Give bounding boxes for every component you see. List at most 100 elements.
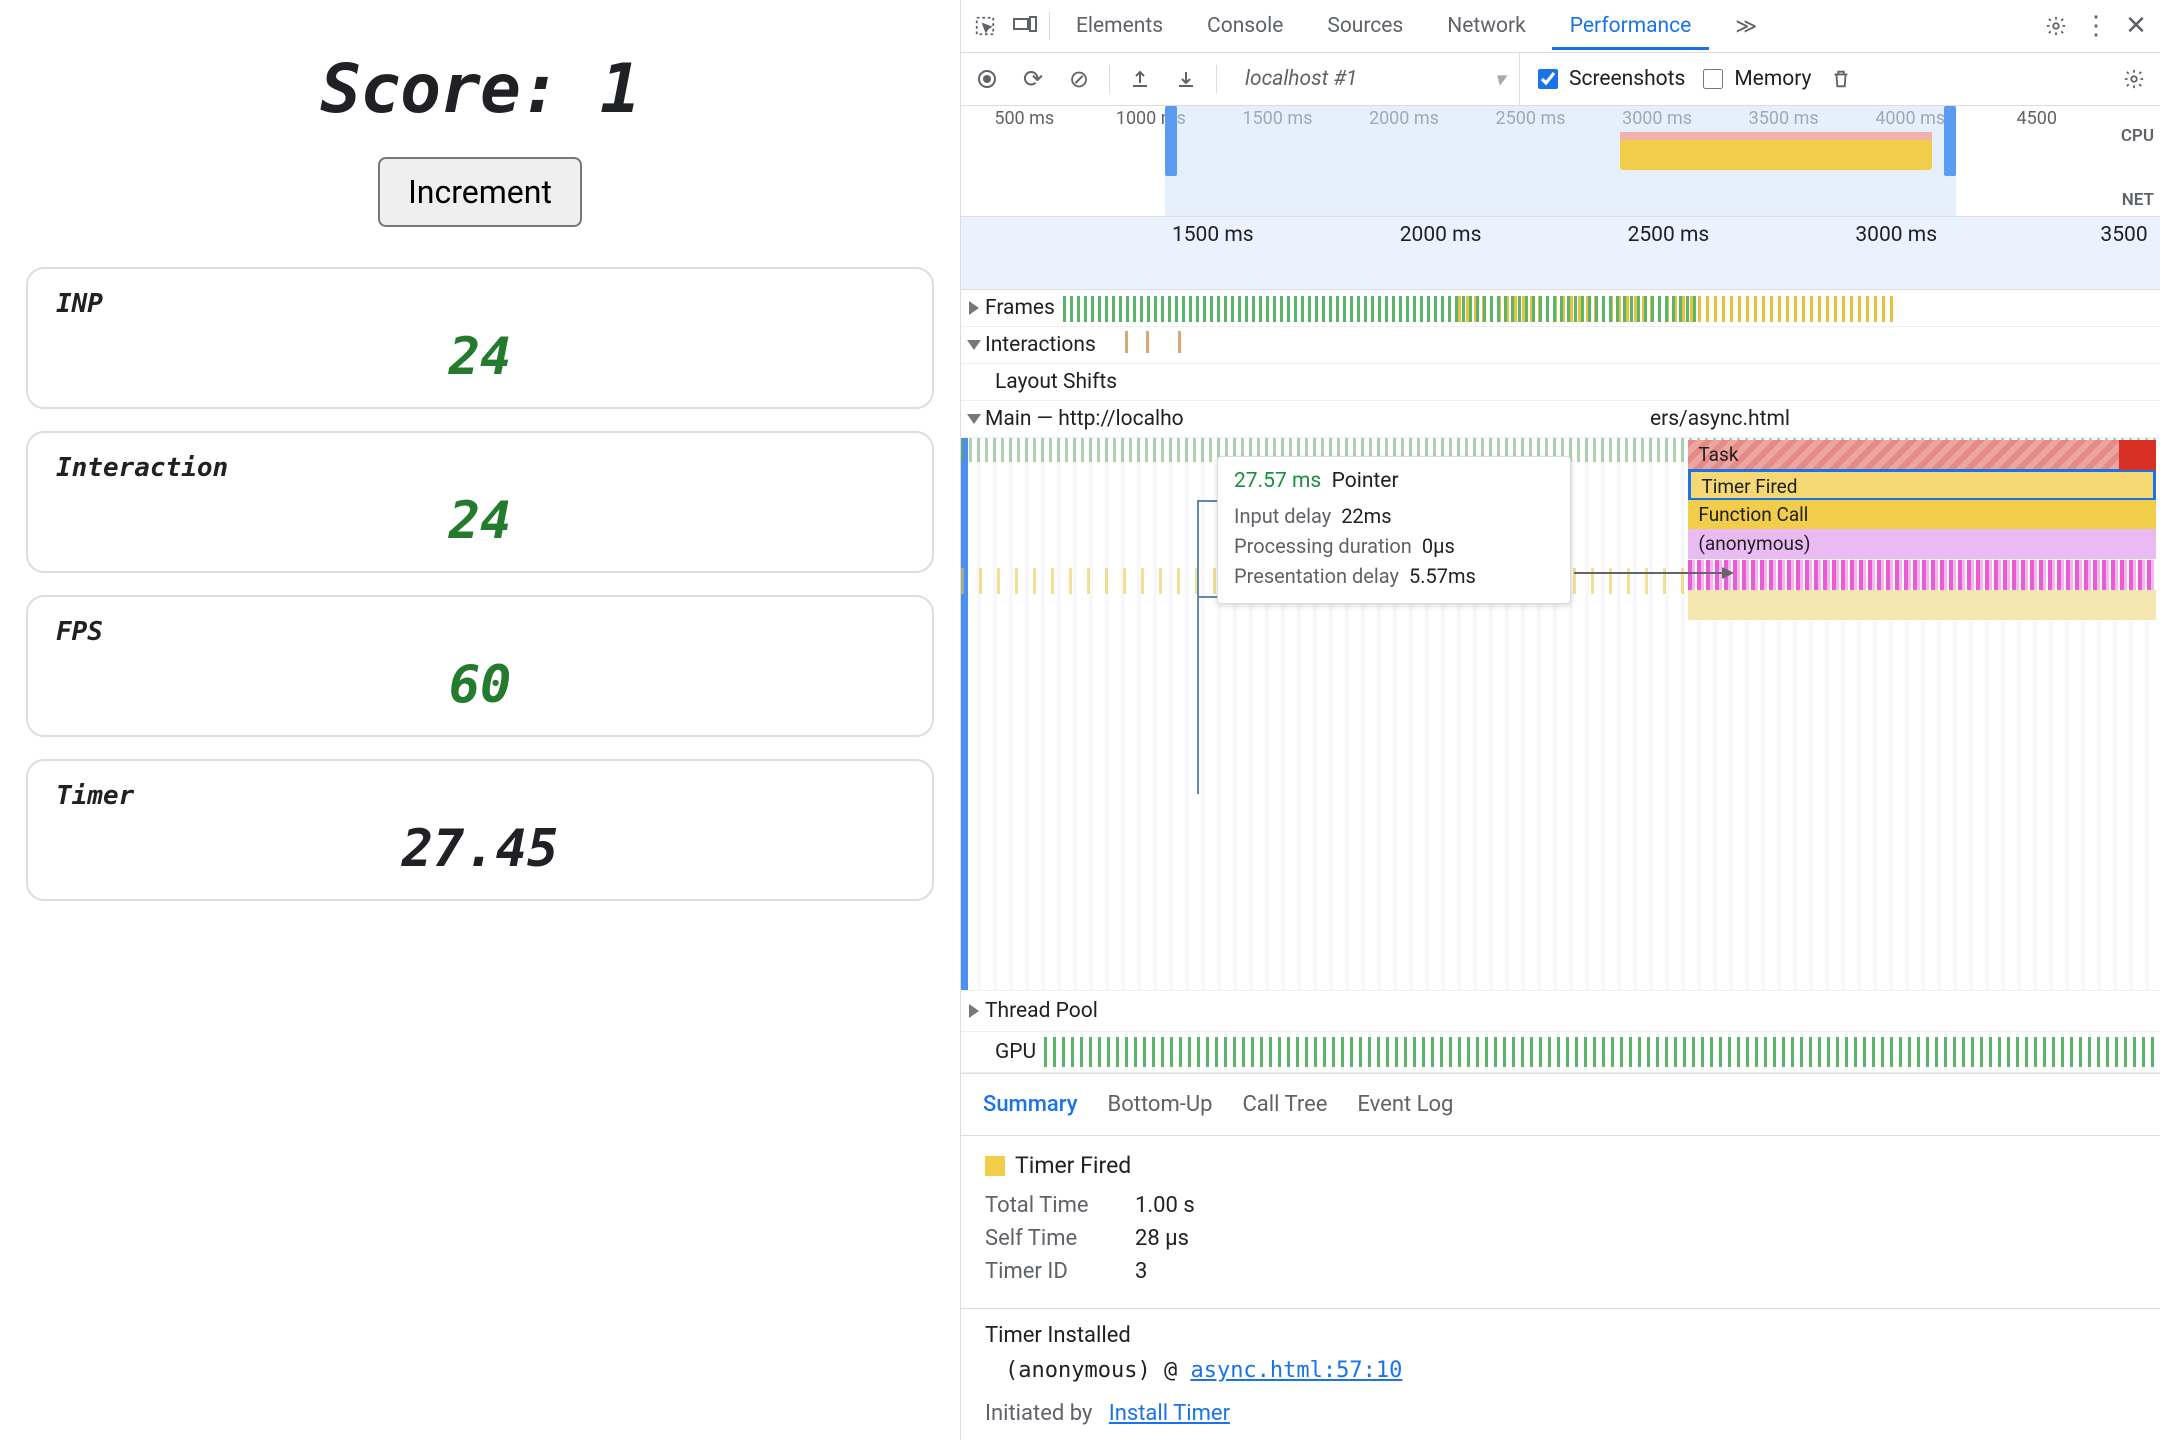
overview-handle-right[interactable] [1944,106,1956,176]
tab-more[interactable]: ≫ [1717,2,1775,51]
gc-icon[interactable] [1825,63,1857,95]
tab-console[interactable]: Console [1189,2,1301,50]
card-interaction-label: Interaction [56,453,904,483]
tab-call-tree[interactable]: Call Tree [1242,1092,1327,1117]
overview-handle-left[interactable] [1165,106,1177,176]
reload-icon[interactable]: ⟳ [1017,63,1049,95]
stack-anonymous[interactable]: (anonymous) [1688,529,2156,559]
card-timer-label: Timer [56,781,904,811]
ruler-tick: 1500 ms [1172,223,1254,247]
score-heading: Score: 1 [26,50,934,129]
tab-sources[interactable]: Sources [1309,2,1421,50]
download-icon[interactable] [1170,63,1202,95]
context-select[interactable]: localhost #1 ▾ [1231,53,1520,105]
track-gpu[interactable]: GPU [961,1032,2160,1073]
overview-net-label: NET [2122,190,2154,210]
increment-button[interactable]: Increment [378,157,582,227]
stack-task[interactable]: Task [1688,440,2156,470]
collapse-icon[interactable] [967,414,981,424]
close-icon[interactable]: ✕ [2120,10,2152,42]
track-label: GPU [995,1040,1036,1064]
sum-v: 28 µs [1135,1226,1189,1251]
summary-pane: Timer Fired Total Time1.00 s Self Time28… [961,1136,2160,1308]
summary-title: Timer Fired [1015,1152,1131,1179]
chevron-down-icon: ▾ [1494,67,1505,92]
perf-toolbar: ⟳ ⊘ localhost #1 ▾ Screenshots Memory [961,53,2160,106]
sum-k: Total Time [985,1193,1115,1218]
stack-function-call[interactable]: Function Call [1688,500,2156,530]
tt-v: 22ms [1341,501,1391,531]
summary-color-chip [985,1156,1005,1176]
tab-network[interactable]: Network [1429,2,1544,50]
context-label: localhost #1 [1245,67,1357,91]
tick: 500 ms [961,108,1088,129]
separator [1049,12,1050,40]
installed-fn: (anonymous) [1005,1358,1151,1383]
tab-performance[interactable]: Performance [1552,2,1709,50]
sum-k: Timer ID [985,1259,1115,1284]
track-frames[interactable]: Frames [961,290,2160,327]
clear-icon[interactable]: ⊘ [1063,63,1095,95]
expand-icon[interactable] [969,301,979,315]
tab-summary[interactable]: Summary [983,1092,1078,1117]
separator [1216,65,1217,93]
installed-at: @ [1164,1358,1177,1383]
interaction-hover-line [1197,594,1199,794]
upload-icon[interactable] [1124,63,1156,95]
timeline-ruler[interactable]: 1500 ms 2000 ms 2500 ms 3000 ms 3500 [961,217,2160,290]
stack-strip-render [1688,560,2156,590]
memory-label: Memory [1734,67,1811,91]
details-tabs: Summary Bottom-Up Call Tree Event Log [961,1074,2160,1136]
interaction-tooltip: 27.57 ms Pointer Input delay22ms Process… [1217,456,1571,604]
main-flamechart[interactable]: 27.57 ms Pointer Input delay22ms Process… [961,438,2160,991]
tooltip-arrow-icon [1574,572,1732,574]
demo-app: Score: 1 Increment INP 24 Interaction 24… [0,0,960,1440]
overview-activity-main [1620,140,1932,170]
selected-stack[interactable]: Task Timer Fired Function Call (anonymou… [1688,440,2156,620]
capture-settings-icon[interactable] [2118,63,2150,95]
stack-timer-fired[interactable]: Timer Fired [1688,469,2156,501]
score-label: Score: [320,50,560,129]
expand-icon[interactable] [969,1004,979,1018]
track-interactions[interactable]: Interactions [961,327,2160,364]
card-fps: FPS 60 [26,595,934,737]
tt-v: 0µs [1422,531,1455,561]
overview-cpu-label: CPU [2121,126,2154,146]
kebab-icon[interactable]: ⋮ [2080,10,2112,42]
stack-strip-script [1688,590,2156,620]
ruler-tick: 3500 [2100,223,2147,247]
collapse-icon[interactable] [967,340,981,350]
tab-bottom-up[interactable]: Bottom-Up [1108,1092,1213,1117]
track-label: Frames [985,296,1055,320]
card-fps-value: 60 [56,655,904,715]
tooltip-time: 27.57 ms [1234,469,1321,493]
tab-elements[interactable]: Elements [1058,2,1181,50]
device-icon[interactable] [1009,10,1041,42]
tt-k: Processing duration [1234,531,1412,561]
tab-event-log[interactable]: Event Log [1357,1092,1453,1117]
overview-strip[interactable]: 500 ms 1000 ms 1500 ms 2000 ms 2500 ms 3… [961,106,2160,217]
card-timer-value: 27.45 [56,819,904,879]
screenshots-input[interactable] [1538,69,1558,89]
long-task-marker [2119,440,2156,470]
track-layout-shifts[interactable]: Layout Shifts [961,364,2160,401]
main-url-left: Main — http://localho [985,407,1184,431]
memory-checkbox[interactable]: Memory [1699,66,1811,92]
gpu-bars [1044,1037,2160,1067]
gear-icon[interactable] [2040,10,2072,42]
card-interaction: Interaction 24 [26,431,934,573]
memory-input[interactable] [1703,69,1723,89]
screenshots-label: Screenshots [1569,67,1685,91]
card-timer: Timer 27.45 [26,759,934,901]
tooltip-type: Pointer [1332,469,1399,493]
card-inp-value: 24 [56,327,904,387]
installed-source-link[interactable]: async.html:57:10 [1190,1358,1402,1383]
track-main-header[interactable]: Main — http://localho ers/async.html [961,401,2160,438]
track-thread-pool[interactable]: Thread Pool [961,991,2160,1032]
sum-v: 3 [1135,1259,1147,1284]
inspect-icon[interactable] [969,10,1001,42]
initiated-by-link[interactable]: Install Timer [1109,1401,1230,1426]
record-icon[interactable] [971,63,1003,95]
tt-v: 5.57ms [1409,561,1476,591]
screenshots-checkbox[interactable]: Screenshots [1534,66,1685,92]
